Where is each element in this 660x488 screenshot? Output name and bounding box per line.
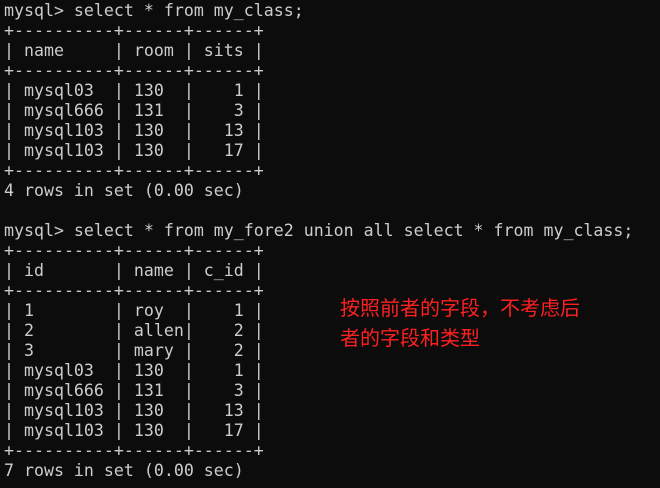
- terminal-line: | mysql03 | 130 | 1 |: [4, 361, 264, 380]
- terminal-line: +----------+------+------+: [4, 281, 264, 300]
- annotation-line-2: 者的字段和类型: [340, 326, 480, 350]
- terminal-line: | mysql103 | 130 | 17 |: [4, 141, 264, 160]
- terminal-line: | 3 | mary | 2 |: [4, 341, 264, 360]
- terminal-line: +----------+------+------+: [4, 161, 264, 180]
- terminal-line: | mysql103 | 130 | 17 |: [4, 421, 264, 440]
- terminal-line: +----------+------+------+: [4, 61, 264, 80]
- terminal-line: +----------+------+------+: [4, 241, 264, 260]
- terminal-line: +----------+------+------+: [4, 441, 264, 460]
- terminal-line: | mysql666 | 131 | 3 |: [4, 101, 264, 120]
- terminal-line: | 2 | allen| 2 |: [4, 321, 264, 340]
- terminal-line: | mysql03 | 130 | 1 |: [4, 81, 264, 100]
- terminal-line: +----------+------+------+: [4, 21, 264, 40]
- terminal-line: 7 rows in set (0.00 sec): [4, 461, 244, 480]
- terminal-output[interactable]: mysql> select * from my_class; +---------…: [4, 0, 660, 488]
- annotation-line-1: 按照前者的字段，不考虑后: [340, 296, 580, 320]
- terminal-line: | mysql103 | 130 | 13 |: [4, 401, 264, 420]
- terminal-line: | id | name | c_id |: [4, 261, 264, 280]
- terminal-line: mysql> select * from my_fore2 union all …: [4, 221, 634, 240]
- red-annotation: 按照前者的字段，不考虑后 者的字段和类型: [340, 293, 650, 353]
- terminal-line: | name | room | sits |: [4, 41, 264, 60]
- terminal-line: | mysql666 | 131 | 3 |: [4, 381, 264, 400]
- terminal-line: | mysql103 | 130 | 13 |: [4, 121, 264, 140]
- terminal-line: | 1 | roy | 1 |: [4, 301, 264, 320]
- terminal-line: mysql> select * from my_class;: [4, 1, 304, 20]
- terminal-line: 4 rows in set (0.00 sec): [4, 181, 244, 200]
